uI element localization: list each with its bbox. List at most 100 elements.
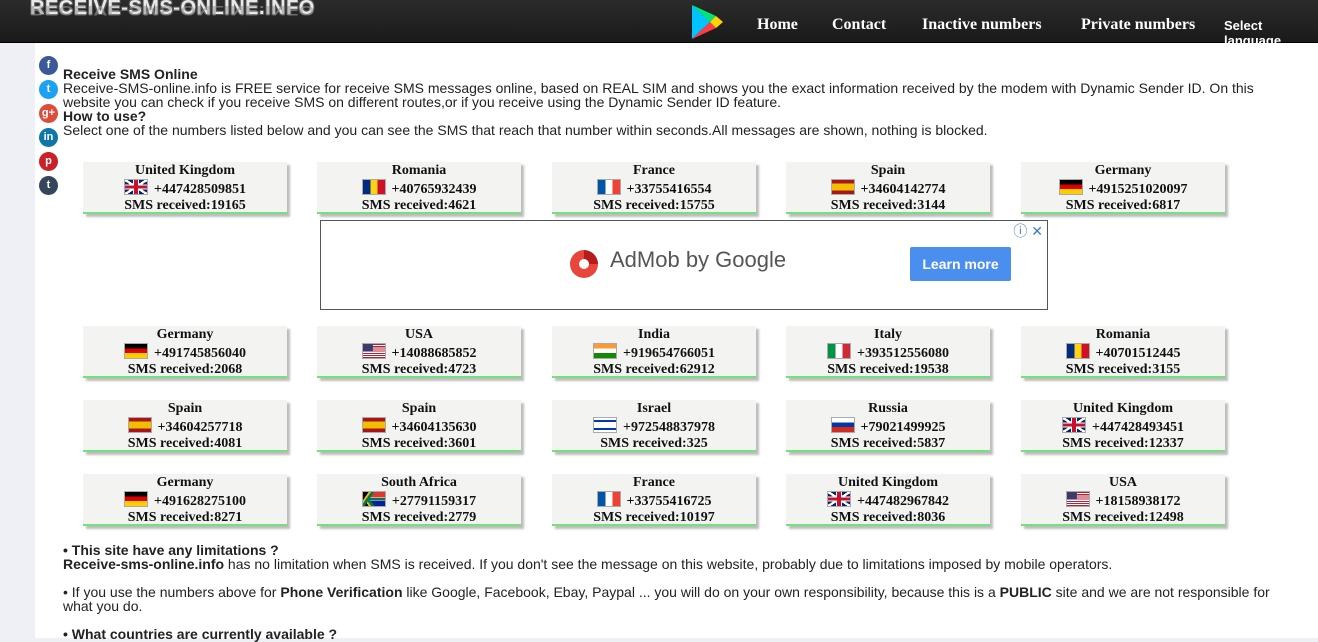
- number-card[interactable]: Russia +79021499925 SMS received:5837: [786, 400, 990, 452]
- sms-received-count: SMS received:10197: [593, 510, 715, 525]
- number-card[interactable]: Israel +972548837978 SMS received:325: [552, 400, 756, 452]
- phone-number: +393512556080: [857, 346, 949, 361]
- card-number: +79021499925: [786, 417, 990, 436]
- sms-received-count: SMS received:62912: [593, 362, 715, 377]
- sms-received-count: SMS received:325: [600, 436, 708, 451]
- number-card[interactable]: Germany +491628275100 SMS received:8271: [83, 474, 287, 526]
- card-number: +34604257718: [83, 417, 287, 436]
- number-card[interactable]: Spain +34604142774 SMS received:3144: [786, 162, 990, 214]
- number-card[interactable]: United Kingdom +447428509851 SMS received:…: [83, 162, 287, 214]
- phone-number: +34604142774: [860, 182, 946, 197]
- card-number: +491628275100: [83, 491, 287, 510]
- flag-us-icon: [361, 343, 386, 359]
- sms-received-count: SMS received:4621: [361, 198, 477, 213]
- card-country: Germany: [156, 475, 214, 490]
- nav-inactive-numbers[interactable]: Inactive numbers: [922, 16, 1042, 34]
- flag-us-icon: [1065, 491, 1090, 507]
- faq-public-strong: PUBLIC: [999, 584, 1052, 600]
- number-card[interactable]: France +33755416725 SMS received:10197: [552, 474, 756, 526]
- flag-ro-icon: [361, 179, 386, 195]
- sms-received-count: SMS received:3601: [361, 436, 477, 451]
- phone-number: +919654766051: [623, 346, 715, 361]
- admob-banner[interactable]: ⓘ ✕ AdMob by Google Learn more: [320, 220, 1048, 310]
- phone-number: +4915251020097: [1088, 182, 1188, 197]
- number-card[interactable]: USA +18158938172 SMS received:12498: [1021, 474, 1225, 526]
- card-country: Romania: [1095, 327, 1151, 342]
- card-country: South Africa: [381, 475, 457, 490]
- ad-choices-icon[interactable]: ⓘ ✕: [1013, 221, 1043, 241]
- number-card[interactable]: Spain +34604135630 SMS received:3601: [317, 400, 521, 452]
- phone-number: +447482967842: [857, 494, 949, 509]
- card-number: +33755416725: [552, 491, 756, 510]
- phone-number: +491745856040: [154, 346, 246, 361]
- sms-received-count: SMS received:2068: [127, 362, 243, 377]
- card-number: +14088685852: [317, 343, 521, 362]
- phone-number: +34604257718: [157, 420, 243, 435]
- faq-answer-limitations: has no limitation when SMS is received. …: [224, 556, 1113, 572]
- phone-number: +972548837978: [623, 420, 715, 435]
- logo-reflection: RECEIVE-SMS-ONLINE.INFO: [30, 2, 315, 18]
- card-country: India: [638, 327, 670, 342]
- number-card[interactable]: United Kingdom +447482967842 SMS received:…: [786, 474, 990, 526]
- card-country: Italy: [874, 327, 902, 342]
- card-number: +491745856040: [83, 343, 287, 362]
- card-number: +4915251020097: [1021, 179, 1225, 198]
- faq-question-countries: • What countries are currently available…: [63, 626, 338, 642]
- sms-received-count: SMS received:2779: [361, 510, 477, 525]
- site-logo[interactable]: RECEIVE-SMS-ONLINE.INFO RECEIVE-SMS-ONLI…: [30, 0, 340, 42]
- card-country: Spain: [167, 401, 203, 416]
- faq-verification-mid: like Google, Facebook, Ebay, Paypal ... …: [402, 584, 1000, 600]
- card-country: Romania: [391, 163, 447, 178]
- flag-uk-icon: [827, 491, 851, 507]
- card-number: +447428493451: [1021, 417, 1225, 436]
- nav-contact[interactable]: Contact: [832, 16, 886, 34]
- tumblr-icon[interactable]: t: [39, 176, 58, 195]
- number-card[interactable]: Romania +40701512445 SMS received:3155: [1021, 326, 1225, 378]
- number-card[interactable]: South Africa +27791159317 SMS received:277…: [317, 474, 521, 526]
- card-number: +919654766051: [552, 343, 756, 362]
- card-country: France: [633, 163, 675, 178]
- card-country: Spain: [870, 163, 906, 178]
- sms-received-count: SMS received:6817: [1065, 198, 1181, 213]
- faq-answer-site-name: Receive-sms-online.info: [63, 556, 225, 572]
- linkedin-icon[interactable]: in: [39, 128, 58, 147]
- number-card[interactable]: France +33755416554 SMS received:15755: [552, 162, 756, 214]
- google-play-icon[interactable]: [690, 4, 724, 40]
- number-card[interactable]: Spain +34604257718 SMS received:4081: [83, 400, 287, 452]
- pinterest-icon[interactable]: p: [39, 152, 58, 171]
- number-card[interactable]: Germany +491745856040 SMS received:2068: [83, 326, 287, 378]
- number-card[interactable]: USA +14088685852 SMS received:4723: [317, 326, 521, 378]
- learn-more-button[interactable]: Learn more: [910, 247, 1011, 281]
- intro-description: Receive-SMS-online.info is FREE service …: [63, 80, 1254, 110]
- card-number: +27791159317: [317, 491, 521, 510]
- number-card[interactable]: Italy +393512556080 SMS received:19538: [786, 326, 990, 378]
- twitter-icon[interactable]: t: [39, 80, 58, 99]
- number-card[interactable]: Germany +4915251020097 SMS received:6817: [1021, 162, 1225, 214]
- phone-number: +33755416554: [626, 182, 712, 197]
- number-card[interactable]: United Kingdom +447428493451 SMS received:…: [1021, 400, 1225, 452]
- card-number: +393512556080: [786, 343, 990, 362]
- card-number: +972548837978: [552, 417, 756, 436]
- intro-section: Receive SMS Online Receive-SMS-online.in…: [63, 67, 1283, 137]
- google-plus-icon[interactable]: g+: [39, 104, 58, 123]
- card-country: United Kingdom: [135, 163, 235, 178]
- sms-received-count: SMS received:12337: [1062, 436, 1184, 451]
- flag-fr-icon: [596, 491, 621, 507]
- phone-number: +34604135630: [391, 420, 477, 435]
- flag-in-icon: [593, 343, 617, 359]
- phone-number: +491628275100: [154, 494, 246, 509]
- howto-description: Select one of the numbers listed below a…: [63, 122, 988, 138]
- phone-number: +79021499925: [860, 420, 946, 435]
- top-navbar: RECEIVE-SMS-ONLINE.INFO RECEIVE-SMS-ONLI…: [0, 0, 1318, 48]
- flag-es-icon: [830, 179, 855, 195]
- facebook-icon[interactable]: f: [39, 56, 58, 75]
- phone-number: +447428509851: [154, 182, 246, 197]
- nav-home[interactable]: Home: [757, 16, 798, 34]
- flag-uk-icon: [1062, 417, 1086, 433]
- number-card[interactable]: India +919654766051 SMS received:62912: [552, 326, 756, 378]
- card-country: Spain: [401, 401, 437, 416]
- card-number: +447428509851: [83, 179, 287, 198]
- nav-private-numbers[interactable]: Private numbers: [1081, 16, 1195, 34]
- phone-number: +27791159317: [391, 494, 477, 509]
- number-card[interactable]: Romania +40765932439 SMS received:4621: [317, 162, 521, 214]
